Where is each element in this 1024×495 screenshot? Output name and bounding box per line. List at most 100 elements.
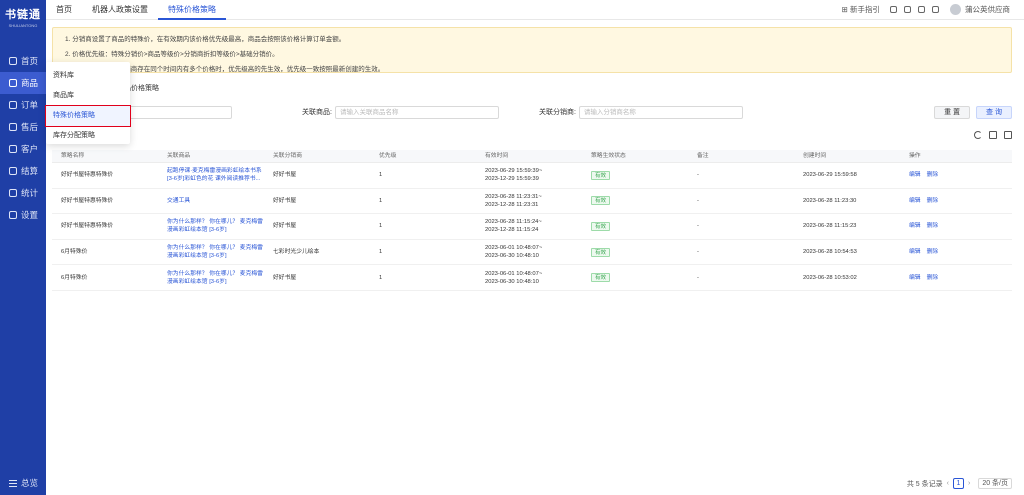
prev-page-icon[interactable]: ‹ <box>947 480 949 487</box>
distributor-input[interactable]: 请输入分销商名称 <box>578 105 743 119</box>
sidebar-collapse-button[interactable]: 总览 <box>0 475 46 491</box>
sidebar-item-aftersale[interactable]: 售后 <box>0 116 46 138</box>
valid-end: 2023-06-30 10:48:10 <box>485 278 539 285</box>
valid-start: 2023-06-28 11:15:24~ <box>485 219 542 226</box>
cell-actions: 编辑 删除 <box>900 222 1012 230</box>
order-icon <box>9 101 17 109</box>
column-settings-icon[interactable] <box>1004 131 1012 139</box>
delete-link[interactable]: 删除 <box>927 275 939 281</box>
goods-input[interactable]: 请输入关联商品名称 <box>334 105 499 119</box>
user-name[interactable]: 蒲公英供应商 <box>965 4 1010 15</box>
cell-name: 6月特殊价 <box>61 249 88 256</box>
valid-end: 2023-12-29 15:59:39 <box>485 176 539 183</box>
submenu-item-stock-allocation[interactable]: 库存分配策略 <box>46 126 130 146</box>
edit-link[interactable]: 编辑 <box>909 198 921 204</box>
sidebar-item-goods[interactable]: 商品 <box>0 72 46 94</box>
avatar[interactable] <box>950 4 961 15</box>
document-icon[interactable] <box>918 6 925 13</box>
cell-status: 有效 <box>582 247 688 257</box>
valid-end: 2023-12-28 11:15:24 <box>485 227 539 234</box>
cell-goods-link[interactable]: 交通工具 <box>158 197 264 205</box>
logo-subtitle: SHULIANTONG <box>8 23 38 28</box>
cell-priority: 1 <box>379 274 383 281</box>
submenu-item-special-price[interactable]: 特殊价格策略 <box>45 105 131 127</box>
delete-link[interactable]: 删除 <box>927 198 939 204</box>
sidebar-item-label: 设置 <box>21 210 39 220</box>
density-icon[interactable] <box>989 131 997 139</box>
cell-actions: 编辑 删除 <box>900 274 1012 282</box>
sidebar-item-stats[interactable]: 统计 <box>0 182 46 204</box>
sidebar-item-settlement[interactable]: 结算 <box>0 160 46 182</box>
tab-home[interactable]: 首页 <box>46 0 82 20</box>
next-page-icon[interactable]: › <box>968 480 970 487</box>
valid-end: 2023-12-28 11:23:31 <box>485 201 539 208</box>
settings-icon <box>9 211 17 219</box>
table-header: 策略名称 关联商品 关联分销商 优先级 有效时间 策略生效状态 备注 创建时间 … <box>52 150 1012 163</box>
goods-filter-label: 关联商品: <box>302 109 332 116</box>
headset-icon[interactable] <box>904 6 911 13</box>
sidebar-item-home[interactable]: 首页 <box>0 50 46 72</box>
guide-link[interactable]: ⊞ 新手指引 <box>842 4 880 15</box>
cell-valid-time: 2023-06-01 10:48:07~ 2023-06-30 10:48:10 <box>476 270 582 286</box>
col-header: 关联分销商 <box>273 153 302 159</box>
delete-link[interactable]: 删除 <box>927 223 939 229</box>
sidebar-item-settings[interactable]: 设置 <box>0 204 46 226</box>
cell-goods-link[interactable]: 你为什么那样？ 你在哪儿？ 麦克梅雷漫画彩虹绘本馆 [3-6岁] <box>158 244 264 260</box>
sidebar-item-label: 售后 <box>21 122 39 132</box>
reset-button[interactable]: 重 置 <box>934 105 971 119</box>
edit-link[interactable]: 编辑 <box>909 249 921 255</box>
cell-goods-link[interactable]: 你为什么那样？ 你在哪儿？ 麦克梅雷漫画彩虹绘本馆 [3-6岁] <box>158 218 264 234</box>
total-records: 共 5 条记录 <box>906 480 943 488</box>
refresh-icon[interactable] <box>974 131 982 139</box>
col-header: 创建时间 <box>803 153 827 159</box>
notice-line: 3. 同一商品对同一分销商存在同个时间内有多个价格时，优先级高的先生效，优先级一… <box>65 66 385 73</box>
edit-link[interactable]: 编辑 <box>909 172 921 178</box>
cell-note: - <box>697 223 699 230</box>
cell-actions: 编辑 删除 <box>900 171 1012 179</box>
cell-distributor: 好好书屋 <box>273 274 297 281</box>
page-number[interactable]: 1 <box>952 478 964 489</box>
cell-goods-link[interactable]: 你为什么那样？ 你在哪儿？ 麦克梅雷漫画彩虹绘本馆 [3-6岁] <box>158 270 264 286</box>
eye-icon[interactable] <box>890 6 897 13</box>
cell-distributor: 七彩时光少儿绘本 <box>273 249 320 256</box>
cell-name: 好好书屋特惠特殊价 <box>61 172 114 179</box>
notice-box: 1. 分销商设置了商品的特殊价，在有效期内该价格优先级最高，商品会按照该价格计算… <box>52 27 1012 73</box>
sidebar-item-orders[interactable]: 订单 <box>0 94 46 116</box>
delete-link[interactable]: 删除 <box>927 172 939 178</box>
status-badge: 有效 <box>591 221 611 231</box>
status-badge: 有效 <box>591 247 611 257</box>
table-row: 好好书屋特惠特殊价 交通工具 好好书屋 1 2023-06-28 11:23:3… <box>52 189 1012 215</box>
logo[interactable]: 书链通 SHULIANTONG <box>0 0 46 34</box>
tab-robot-policy[interactable]: 机器人政策设置 <box>82 0 158 20</box>
cell-name: 好好书屋特惠特殊价 <box>61 197 114 204</box>
delete-link[interactable]: 删除 <box>927 249 939 255</box>
cell-note: - <box>697 249 699 256</box>
notice-line: 2. 价格优先级：特殊分销价>商品等级价>分销商折扣等级价>基础分销价。 <box>65 51 279 58</box>
cell-goods-link[interactable]: 起跑停课·麦克梅雷漫画彩虹绘本书系[3-6岁]彩虹色的花 课外阅读推荐书... <box>158 167 264 183</box>
col-header: 策略名称 <box>61 153 85 159</box>
guide-label: 新手指引 <box>850 5 880 14</box>
cell-actions: 编辑 删除 <box>900 197 1012 205</box>
submenu-item-goods-library[interactable]: 商品库 <box>46 86 130 106</box>
bell-icon[interactable] <box>932 6 939 13</box>
sidebar-item-label: 客户 <box>21 144 39 154</box>
tab-special-price[interactable]: 特殊价格策略 <box>158 0 226 20</box>
status-badge: 有效 <box>591 196 611 206</box>
edit-link[interactable]: 编辑 <box>909 275 921 281</box>
search-button[interactable]: 查 询 <box>976 105 1012 119</box>
cell-note: - <box>697 197 699 204</box>
valid-start: 2023-06-01 10:48:07~ <box>485 245 543 252</box>
stats-icon <box>9 189 17 197</box>
sidebar-item-customers[interactable]: 客户 <box>0 138 46 160</box>
cell-name: 好好书屋特惠特殊价 <box>61 223 114 230</box>
cell-created: 2023-06-28 11:23:30 <box>803 197 857 204</box>
page-size-select[interactable]: 20 条/页 <box>978 478 1012 489</box>
cell-name: 6月特殊价 <box>61 274 88 281</box>
aftersale-icon <box>9 123 17 131</box>
submenu-item-library[interactable]: 资料库 <box>46 66 130 86</box>
col-header: 优先级 <box>379 153 397 159</box>
notice-line: 1. 分销商设置了商品的特殊价，在有效期内该价格优先级最高，商品会按照该价格计算… <box>65 36 346 43</box>
edit-link[interactable]: 编辑 <box>909 223 921 229</box>
valid-end: 2023-06-30 10:48:10 <box>485 253 539 260</box>
cell-note: - <box>697 172 699 179</box>
